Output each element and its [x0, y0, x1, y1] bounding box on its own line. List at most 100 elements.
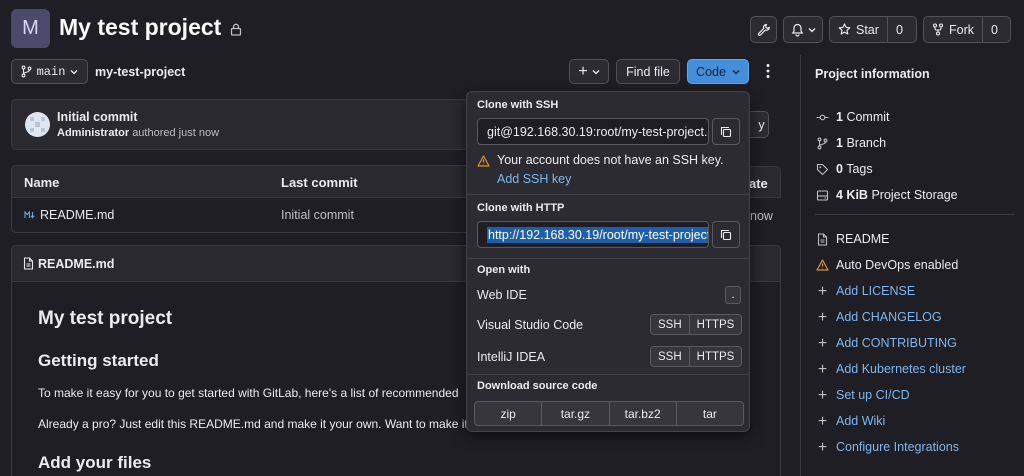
- commit-icon: [816, 111, 829, 124]
- branch-selector[interactable]: main: [11, 59, 88, 84]
- fork-count[interactable]: 0: [982, 17, 1006, 42]
- column-name: Name: [24, 175, 60, 190]
- web-ide-item[interactable]: Web IDE: [477, 288, 527, 302]
- commit-title[interactable]: Initial commit: [57, 110, 138, 124]
- http-url-text: http://192.168.30.19/root/my-test-projec…: [487, 227, 708, 243]
- markdown-file-icon: [24, 211, 36, 219]
- download-tar-bz2-button[interactable]: tar.bz2: [608, 402, 676, 425]
- file-name[interactable]: README.md: [40, 208, 114, 222]
- star-button[interactable]: Star 0: [829, 16, 917, 43]
- sidebar-item-tags[interactable]: 0 Tags: [816, 162, 873, 176]
- more-actions-icon[interactable]: [765, 63, 771, 79]
- branch-name: main: [36, 64, 66, 79]
- http-url-field[interactable]: http://192.168.30.19/root/my-test-projec…: [477, 221, 709, 248]
- intellij-https-button[interactable]: HTTPS: [688, 347, 742, 366]
- sidebar-item-add-contributing[interactable]: + Add CONTRIBUTING: [816, 334, 957, 352]
- code-label: Code: [696, 64, 726, 79]
- sidebar-link-label: README: [836, 232, 890, 246]
- breadcrumb[interactable]: my-test-project: [95, 65, 185, 79]
- column-last-update: ate: [749, 176, 768, 191]
- copy-icon: [720, 126, 732, 138]
- table-header: Name Last commit: [12, 166, 470, 198]
- sidebar-item-setup-cicd[interactable]: + Set up CI/CD: [816, 386, 910, 404]
- ssh-url-field[interactable]: git@192.168.30.19:root/my-test-project.g…: [477, 118, 709, 145]
- sidebar-link-label: Add Wiki: [836, 414, 886, 428]
- vscode-https-button[interactable]: HTTPS: [688, 315, 742, 334]
- file-last-commit[interactable]: Initial commit: [281, 208, 354, 222]
- sidebar-link-label: Set up CI/CD: [836, 388, 910, 402]
- sidebar-item-add-wiki[interactable]: + Add Wiki: [816, 413, 886, 429]
- commit-meta: authored just now: [132, 127, 220, 139]
- chevron-down-icon: [70, 69, 78, 75]
- sidebar-link-label: Configure Integrations: [836, 440, 959, 454]
- sidebar-title: Project information: [815, 67, 930, 81]
- notifications-dropdown[interactable]: [783, 16, 823, 43]
- project-avatar: M: [11, 9, 50, 48]
- sidebar-link-label: Add CONTRIBUTING: [836, 336, 957, 350]
- download-options: zip tar.gz tar.bz2 tar: [474, 401, 744, 426]
- intellij-ssh-button[interactable]: SSH: [651, 347, 689, 366]
- download-tar-gz-button[interactable]: tar.gz: [541, 402, 608, 425]
- sidebar-item-add-changelog[interactable]: + Add CHANGELOG: [816, 308, 942, 326]
- sidebar-link-label: Add LICENSE: [836, 284, 916, 298]
- bell-icon: [791, 23, 804, 37]
- branch-label: Branch: [846, 136, 887, 150]
- add-dropdown[interactable]: +: [569, 59, 609, 84]
- project-title[interactable]: My test project: [59, 14, 221, 41]
- vscode-ssh-button[interactable]: SSH: [651, 315, 689, 334]
- copy-ssh-button[interactable]: [712, 118, 740, 145]
- separator: [467, 374, 749, 375]
- star-count[interactable]: 0: [886, 17, 911, 42]
- readme-heading-getting-started: Getting started: [38, 351, 159, 370]
- fork-icon: [932, 23, 944, 36]
- file-icon: [23, 257, 34, 270]
- find-file-button[interactable]: Find file: [616, 59, 680, 84]
- intellij-options: SSH HTTPS: [650, 346, 743, 367]
- sidebar-item-add-kubernetes[interactable]: + Add Kubernetes cluster: [816, 360, 966, 378]
- download-zip-button[interactable]: zip: [475, 402, 541, 425]
- tag-label: Tags: [846, 162, 873, 176]
- plus-icon: +: [817, 386, 828, 404]
- commit-author[interactable]: Administrator: [57, 127, 129, 139]
- sidebar-item-readme[interactable]: README: [816, 232, 889, 246]
- readme-file-name[interactable]: README.md: [38, 257, 114, 271]
- code-dropdown-menu: Clone with SSH git@192.168.30.19:root/my…: [466, 91, 750, 432]
- copy-icon: [720, 229, 732, 241]
- readme-heading-add-files: Add your files: [38, 453, 152, 472]
- plus-icon: +: [817, 282, 828, 300]
- intellij-item: IntelliJ IDEA: [477, 350, 546, 364]
- plus-icon: +: [817, 334, 828, 352]
- sidebar-item-commits[interactable]: 1 Commit: [816, 110, 890, 124]
- readme-paragraph: To make it easy for you to get started w…: [38, 386, 459, 400]
- chevron-down-icon: [592, 69, 600, 75]
- copy-http-button[interactable]: [712, 221, 740, 248]
- add-ssh-key-link[interactable]: Add SSH key: [497, 172, 571, 186]
- plus-icon: +: [817, 308, 828, 326]
- storage-size: 4 KiB: [836, 188, 868, 202]
- sidebar-item-storage[interactable]: 4 KiB Project Storage: [816, 188, 958, 202]
- plus-icon: +: [817, 360, 828, 378]
- sidebar-item-auto-devops[interactable]: Auto DevOps enabled: [816, 258, 958, 272]
- tag-count: 0: [836, 162, 843, 176]
- author-avatar[interactable]: [25, 112, 50, 137]
- sidebar-item-configure-integrations[interactable]: + Configure Integrations: [816, 439, 959, 455]
- branch-icon: [816, 137, 829, 150]
- settings-button[interactable]: [750, 16, 777, 43]
- file-date: now: [750, 209, 773, 223]
- web-ide-shortcut: .: [725, 286, 741, 304]
- vscode-options: SSH HTTPS: [650, 314, 743, 335]
- storage-icon: [816, 189, 829, 202]
- separator: [815, 214, 1015, 215]
- download-label: Download source code: [477, 380, 598, 392]
- code-dropdown-button[interactable]: Code: [687, 59, 749, 84]
- download-tar-button[interactable]: tar: [675, 402, 743, 425]
- vscode-item: Visual Studio Code: [477, 318, 584, 332]
- table-row[interactable]: README.md Initial commit: [12, 198, 470, 232]
- sidebar-item-branches[interactable]: 1 Branch: [816, 136, 886, 150]
- chevron-down-icon: [732, 69, 740, 75]
- fork-button[interactable]: Fork 0: [923, 16, 1011, 43]
- sidebar-item-add-license[interactable]: + Add LICENSE: [816, 282, 916, 300]
- file-table: Name Last commit README.md Initial commi…: [11, 165, 471, 233]
- file-icon: [816, 232, 829, 246]
- sidebar-link-label: Add Kubernetes cluster: [836, 362, 966, 376]
